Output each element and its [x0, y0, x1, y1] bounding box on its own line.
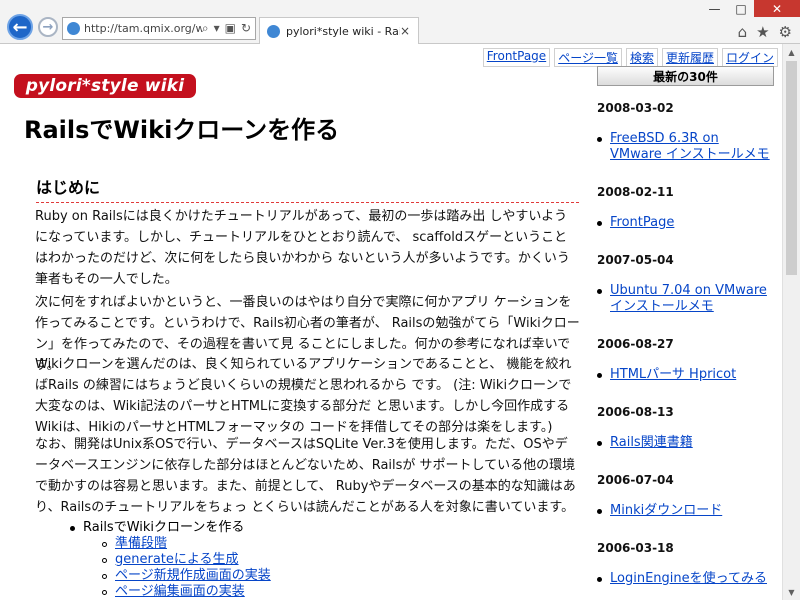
- entry-link-item: Ubuntu 7.04 on VMware インストールメモ: [597, 283, 774, 315]
- recent-header-button[interactable]: 最新の30件: [597, 66, 774, 86]
- bullet-icon: [597, 221, 602, 226]
- circle-icon: [102, 541, 107, 547]
- toc-link-new-page[interactable]: ページ新規作成画面の実装: [115, 568, 271, 584]
- entry-link[interactable]: LoginEngineを使ってみる: [610, 571, 767, 587]
- close-window-button[interactable]: ✕: [754, 0, 800, 17]
- entry-date: 2006-03-18: [597, 541, 674, 555]
- close-tab-icon[interactable]: ×: [400, 24, 412, 38]
- web-page: FrontPage ページ一覧 検索 更新履歴 ログイン pylori*styl…: [0, 44, 782, 600]
- nav-page-list[interactable]: ページ一覧: [554, 48, 622, 67]
- circle-icon: [102, 557, 107, 563]
- entry-date: 2006-08-13: [597, 405, 674, 419]
- bullet-icon: [597, 441, 602, 446]
- toc-main-item: RailsでWikiクローンを作る: [70, 520, 271, 536]
- entry-link-item: Minkiダウンロード: [597, 503, 774, 519]
- entry-link-item: Rails関連書籍: [597, 435, 774, 451]
- paragraph-3: Wikiクローンを選んだのは、良く知られているアプリケーションであることと、 機…: [35, 357, 572, 435]
- bullet-icon: [597, 289, 602, 294]
- scroll-down-icon[interactable]: ▼: [783, 584, 800, 600]
- site-logo[interactable]: pylori*style wiki: [14, 74, 196, 98]
- forward-button[interactable]: →: [38, 17, 58, 37]
- entry-link[interactable]: HTMLパーサ Hpricot: [610, 367, 736, 383]
- maximize-button[interactable]: □: [728, 0, 754, 17]
- browser-tools: ⌂ ★ ⚙: [738, 23, 792, 41]
- search-icon[interactable]: ⌕: [202, 21, 209, 36]
- bullet-icon: [597, 509, 602, 514]
- minimize-button[interactable]: —: [701, 0, 728, 17]
- recent-sidebar: 最新の30件 2008-03-02 FreeBSD 6.3R on VMware…: [597, 66, 774, 600]
- circle-icon: [102, 589, 107, 595]
- toc-sublist: 準備段階 generateによる生成 ページ新規作成画面の実装 ページ編集画面の…: [102, 536, 271, 600]
- circle-icon: [102, 573, 107, 579]
- address-tools: ⌕ ▾ ▣ ↻: [202, 21, 251, 36]
- vertical-scrollbar[interactable]: ▲ ▼: [782, 44, 800, 600]
- entry-link-item: FreeBSD 6.3R on VMware インストールメモ: [597, 131, 774, 163]
- page-title: RailsでWikiクローンを作る: [24, 116, 340, 144]
- browser-chrome: ← → http://tam.qmix.org/wiki/ ⌕ ▾ ▣ ↻ py…: [0, 0, 800, 44]
- refresh-icon[interactable]: ↻: [241, 21, 251, 36]
- toc-link-generate[interactable]: generateによる生成: [115, 552, 239, 568]
- back-icon: ←: [12, 16, 28, 38]
- toc-link-preparation[interactable]: 準備段階: [115, 536, 167, 552]
- table-of-contents: RailsでWikiクローンを作る 準備段階 generateによる生成 ページ…: [70, 520, 271, 600]
- entry-date: 2006-07-04: [597, 473, 674, 487]
- bullet-icon: [597, 577, 602, 582]
- entry-link-item: FrontPage: [597, 215, 774, 231]
- toc-sub-item: ページ新規作成画面の実装: [102, 568, 271, 584]
- nav-login[interactable]: ログイン: [721, 48, 778, 67]
- home-icon[interactable]: ⌂: [738, 23, 748, 41]
- entry-link-item: HTMLパーサ Hpricot: [597, 367, 774, 383]
- star-icon[interactable]: ★: [756, 23, 769, 41]
- nav-frontpage[interactable]: FrontPage: [482, 48, 551, 67]
- entry-link[interactable]: FreeBSD 6.3R on VMware インストールメモ: [610, 131, 774, 163]
- entry-link[interactable]: Ubuntu 7.04 on VMware インストールメモ: [610, 283, 774, 315]
- back-button[interactable]: ←: [7, 14, 33, 40]
- toc-sub-item: generateによる生成: [102, 552, 271, 568]
- nav-history[interactable]: 更新履歴: [661, 48, 718, 67]
- address-bar[interactable]: http://tam.qmix.org/wiki/ ⌕ ▾ ▣ ↻: [62, 17, 256, 40]
- active-tab[interactable]: pylori*style wiki - Rails... ×: [259, 17, 419, 44]
- bullet-icon: [597, 137, 602, 142]
- dropdown-icon[interactable]: ▾: [214, 21, 220, 36]
- toc-main-text: RailsでWikiクローンを作る: [83, 520, 245, 535]
- entry-link[interactable]: FrontPage: [610, 215, 674, 231]
- paragraph-4: なお、開発はUnix系OSで行い、データベースはSQLite Ver.3を使用し…: [35, 437, 576, 515]
- top-navigation: FrontPage ページ一覧 検索 更新履歴 ログイン: [482, 48, 778, 67]
- ie-icon: [67, 22, 80, 35]
- forward-icon: →: [42, 19, 54, 35]
- toc-link-edit-page[interactable]: ページ編集画面の実装: [115, 584, 245, 600]
- gear-icon[interactable]: ⚙: [779, 23, 792, 41]
- entry-date: 2006-08-27: [597, 337, 674, 351]
- entry-date: 2008-02-11: [597, 185, 674, 199]
- toc-sub-item: ページ編集画面の実装: [102, 584, 271, 600]
- entry-link[interactable]: Minkiダウンロード: [610, 503, 722, 519]
- address-text[interactable]: http://tam.qmix.org/wiki/: [84, 22, 202, 35]
- section-title: はじめに: [36, 174, 579, 203]
- entry-link[interactable]: Rails関連書籍: [610, 435, 693, 451]
- paragraph-1: Ruby on Railsには良くかけたチュートリアルがあって、最初の一歩は踏み…: [35, 209, 570, 287]
- tab-ie-icon: [267, 24, 280, 38]
- entry-date: 2007-05-04: [597, 253, 674, 267]
- entry-link-item: LoginEngineを使ってみる: [597, 571, 774, 587]
- scroll-up-icon[interactable]: ▲: [783, 44, 800, 60]
- bullet-icon: [597, 373, 602, 378]
- entry-date: 2008-03-02: [597, 101, 674, 115]
- toc-sub-item: 準備段階: [102, 536, 271, 552]
- nav-search[interactable]: 検索: [625, 48, 658, 67]
- security-icon[interactable]: ▣: [225, 21, 236, 36]
- recent-entries: 2008-03-02 FreeBSD 6.3R on VMware インストール…: [597, 101, 774, 587]
- scrollbar-thumb[interactable]: [786, 61, 797, 275]
- bullet-icon: [70, 525, 75, 531]
- tab-title: pylori*style wiki - Rails...: [286, 24, 400, 38]
